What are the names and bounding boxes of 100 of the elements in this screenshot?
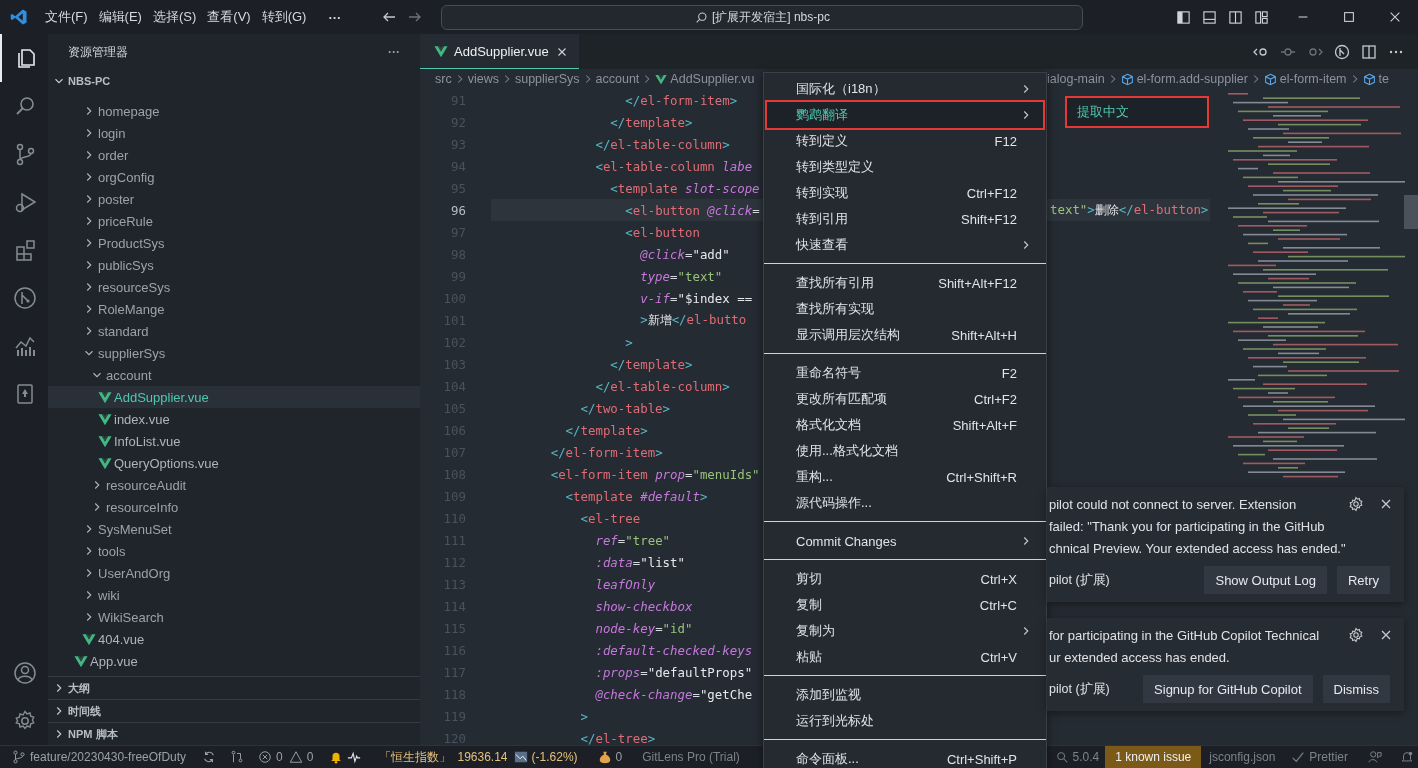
menu-item[interactable]: 复制为 [767,618,1043,644]
git-graph-icon[interactable] [13,286,37,310]
tree-item[interactable]: account [106,367,152,383]
menu-item[interactable]: 添加到监视 [767,682,1043,708]
menu-item[interactable]: 编辑(E) [95,8,150,26]
menu-item[interactable]: 查找所有实现 [767,296,1043,322]
tree-item[interactable]: orgConfig [98,169,155,185]
close-icon[interactable] [1388,10,1402,24]
breadcrumb-item[interactable]: src [435,72,452,86]
breadcrumb-item[interactable]: AddSupplier.vu [670,72,755,86]
extensions-icon[interactable] [13,238,37,262]
menu-item[interactable]: 选择(S) [149,8,205,26]
sync-icon[interactable] [202,750,217,764]
tree-item[interactable]: supplierSys [98,345,166,361]
menu-item[interactable]: Commit Changes [767,528,1043,554]
stock-change[interactable]: (-1.62%) [531,750,578,764]
menu-item[interactable]: 快速查看 [767,232,1043,258]
menu-item[interactable]: 复制 Ctrl+C [767,592,1043,618]
tree-item[interactable]: order [98,147,129,163]
menu-item[interactable]: 重构... Ctrl+Shift+R [767,464,1043,490]
tree-item[interactable]: resourceInfo [106,499,179,515]
workspace-header[interactable]: NBS-PC [48,70,420,92]
tree-item[interactable]: poster [98,191,135,207]
tree-item[interactable]: tools [98,543,126,559]
breadcrumb-item[interactable]: ialog-main [1047,72,1105,86]
more-actions-button[interactable]: ··· [388,45,400,59]
menu-item[interactable]: 查找所有引用 Shift+Alt+F12 [767,270,1043,296]
menu-item[interactable]: 转到(G) [258,8,315,26]
known-issue-badge[interactable]: 1 known issue [1105,746,1202,768]
tree-item[interactable]: InfoList.vue [114,433,181,449]
menu-item[interactable]: 运行到光标处 [767,708,1043,734]
breadcrumb-item[interactable]: views [467,72,499,86]
menu-item[interactable]: 提取中文 [1067,98,1207,126]
notification-button[interactable]: Signup for GitHub Copilot [1143,675,1313,703]
menu-item[interactable]: 使用...格式化文档 [767,438,1043,464]
git-compare-icon[interactable] [230,750,245,764]
menu-item[interactable]: 文件(F) [42,8,96,26]
maximize-icon[interactable] [1342,10,1356,24]
config-file-label[interactable]: jsconfig.json [1209,750,1276,764]
menu-item[interactable]: 更改所有匹配项 Ctrl+F2 [767,386,1043,412]
tree-item[interactable]: homepage [98,103,160,119]
split-editor-icon[interactable] [1361,43,1377,60]
menu-item[interactable]: 命令面板... Ctrl+Shift+P [767,746,1043,768]
tree-item[interactable]: login [98,125,126,141]
breadcrumb-item[interactable]: el-form-item [1279,72,1347,86]
tree-item[interactable]: App.vue [90,653,138,669]
menu-item[interactable]: 转到类型定义 [767,154,1043,180]
tree-item[interactable]: SysMenuSet [98,521,172,537]
coin-count[interactable]: 0 [615,750,623,764]
menu-item[interactable]: 粘贴 Ctrl+V [767,644,1043,670]
warning-icon[interactable] [288,750,303,764]
stock-value[interactable]: 19636.14 [457,750,508,764]
formatter-label[interactable]: Prettier [1309,750,1348,764]
notification-bell-icon[interactable] [1400,750,1414,764]
gitlens-status[interactable]: GitLens Pro (Trial) [642,750,740,764]
settings-icon[interactable] [1348,496,1364,512]
tree-item[interactable]: priceRule [98,213,153,229]
menu-item[interactable]: 源代码操作... [767,490,1043,516]
money-bag-icon[interactable] [597,750,612,764]
menu-item[interactable]: 转到定义 F12 [767,128,1043,154]
tree-item[interactable]: WikiSearch [98,609,164,625]
breadcrumb-item[interactable]: el-form.add-supplier [1136,72,1248,86]
tree-item[interactable]: standard [98,323,149,339]
chart-icon[interactable] [13,334,37,358]
tree-item[interactable]: resourceSys [98,279,171,295]
tree-item[interactable]: QueryOptions.vue [114,455,219,471]
breadcrumb-item[interactable]: account [595,72,640,86]
notification-button[interactable]: Show Output Log [1204,566,1327,594]
menu-item[interactable]: 格式化文档 Shift+Alt+F [767,412,1043,438]
branch-name[interactable]: feature/20230430-freeOfDuty [30,750,187,764]
settings-icon[interactable] [1348,627,1364,643]
menu-item[interactable]: 转到引用 Shift+F12 [767,206,1043,232]
breadcrumb-item[interactable]: supplierSys [514,72,580,86]
tree-item[interactable]: 404.vue [98,631,145,647]
error-icon[interactable] [258,750,273,764]
menu-item[interactable]: 显示调用层次结构 Shift+Alt+H [767,322,1043,348]
tree-item[interactable]: AddSupplier.vue [114,389,209,405]
menu-item[interactable]: 国际化（i18n） [767,76,1043,102]
section-header[interactable]: 大纲 [48,676,420,699]
more-menu[interactable]: ··· [314,9,382,25]
tree-item[interactable]: ProductSys [98,235,165,251]
menu-item[interactable]: 查看(V) [204,8,259,26]
error-count[interactable]: 0 [276,750,283,764]
split-layout-icon[interactable] [1228,9,1243,25]
tree-item[interactable]: wiki [98,587,120,603]
panel-layout-icon[interactable] [1202,9,1217,25]
git-graph-icon[interactable] [1334,43,1350,60]
section-header[interactable]: 时间线 [48,699,420,722]
notification-button[interactable]: Retry [1336,566,1390,594]
tree-item[interactable]: resourceAudit [106,477,187,493]
menu-item[interactable]: 鹦鹉翻译 [767,102,1043,128]
pulse-icon[interactable] [347,750,362,764]
tree-item[interactable]: UserAndOrg [98,565,171,581]
scrollbar-thumb[interactable] [1404,195,1418,229]
menu-item[interactable]: 剪切 Ctrl+X [767,566,1043,592]
sidebar-layout-icon[interactable] [1176,9,1191,25]
account-icon[interactable] [13,661,37,685]
version-label[interactable]: 5.0.4 [1072,750,1100,764]
tree-item[interactable]: RoleMange [98,301,165,317]
layout-grid-icon[interactable] [1254,9,1269,25]
